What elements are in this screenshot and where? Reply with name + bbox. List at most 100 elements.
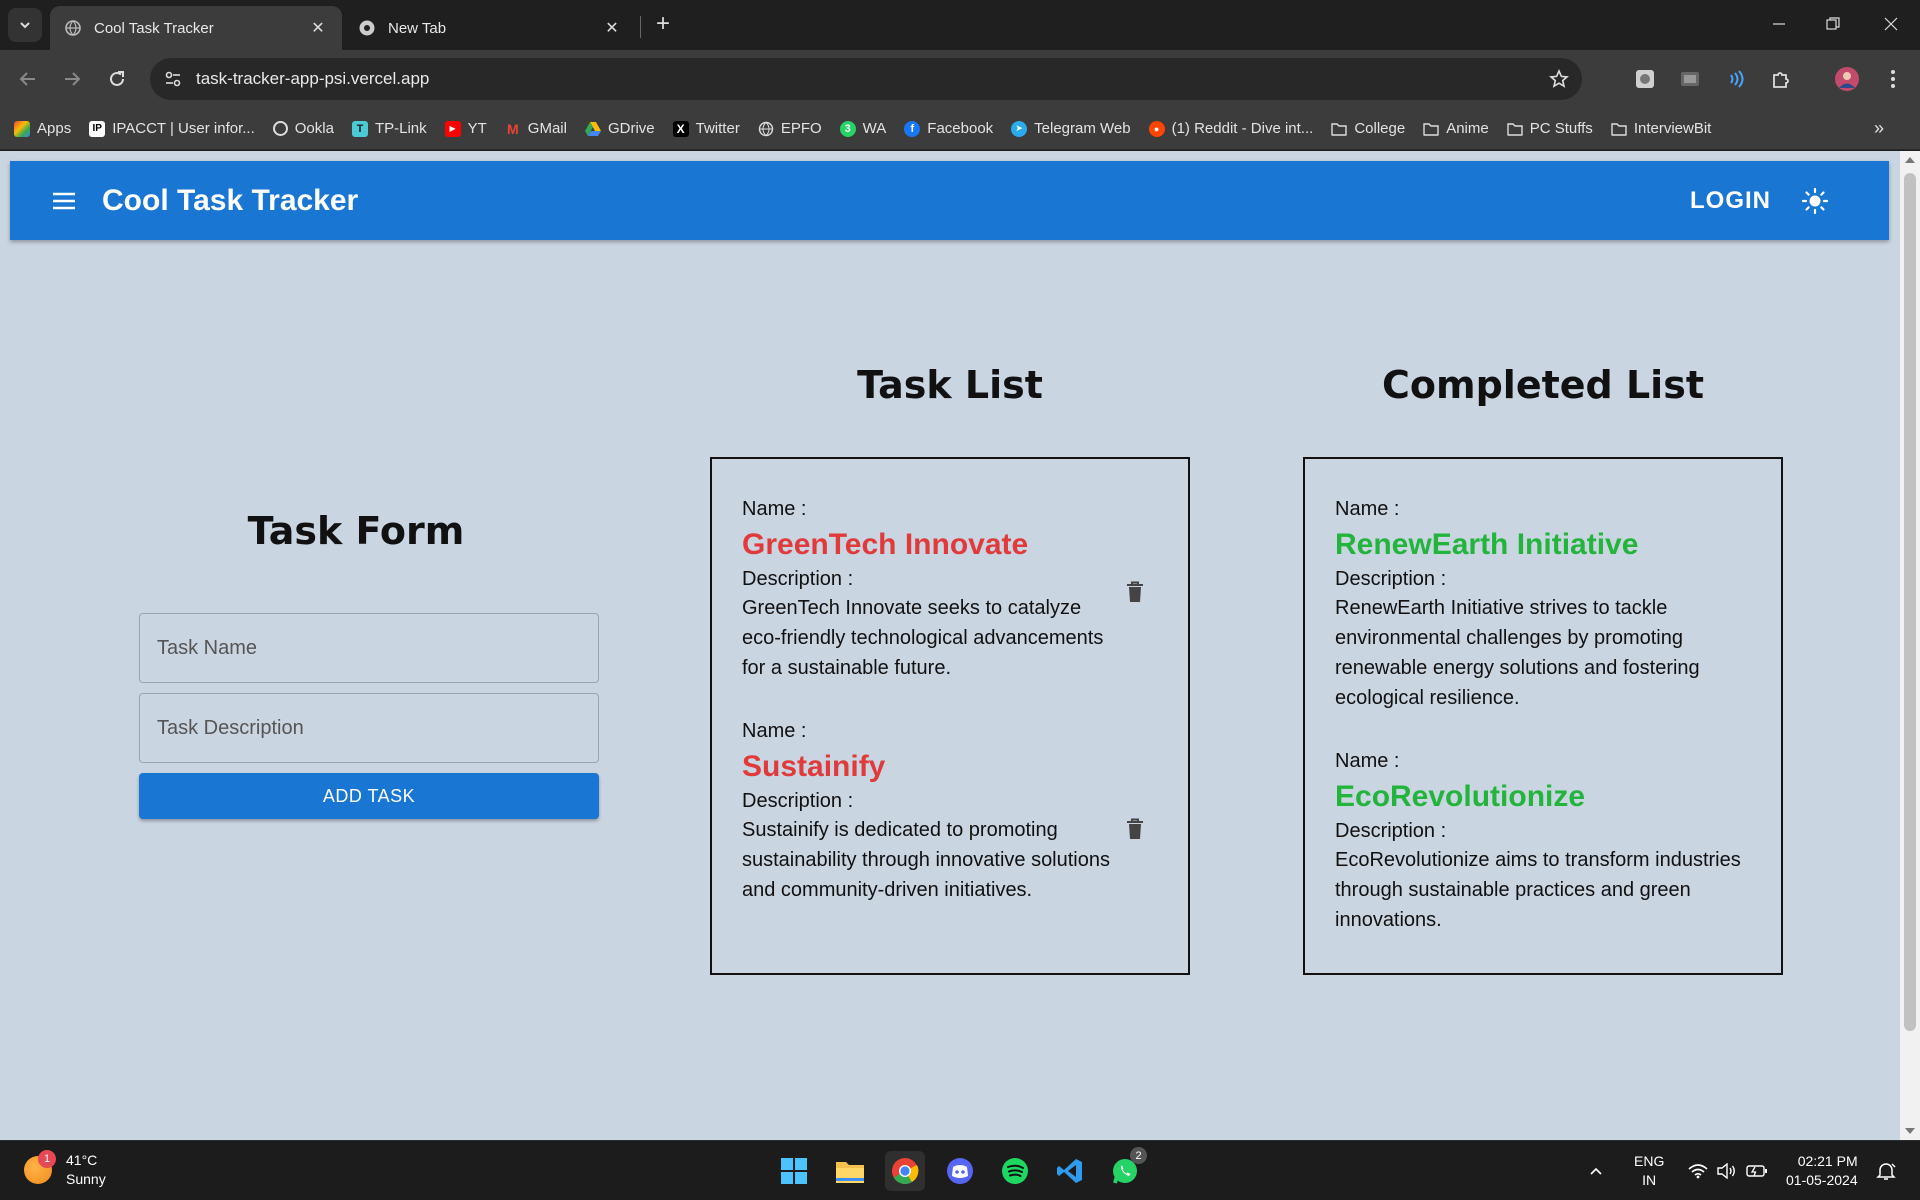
bookmark-telegram[interactable]: ➤ Telegram Web bbox=[1011, 120, 1131, 137]
bookmark-gdrive[interactable]: GDrive bbox=[584, 120, 655, 137]
scroll-up-arrow[interactable] bbox=[1905, 157, 1915, 163]
weather-sun-icon: 1 bbox=[24, 1150, 56, 1184]
bookmark-facebook[interactable]: f Facebook bbox=[904, 120, 993, 137]
tab-search-button[interactable] bbox=[8, 8, 42, 42]
bookmark-wa[interactable]: 3 WA bbox=[839, 120, 886, 137]
close-tab-icon[interactable]: ✕ bbox=[602, 18, 622, 38]
close-tab-icon[interactable]: ✕ bbox=[308, 18, 328, 38]
bookmark-folder-college[interactable]: College bbox=[1331, 120, 1405, 137]
clock-time: 02:21 PM bbox=[1797, 1153, 1858, 1169]
minimize-button[interactable] bbox=[1756, 10, 1802, 38]
task-list-box: Name : GreenTech Innovate Description : … bbox=[710, 457, 1190, 975]
delete-task-button[interactable] bbox=[1122, 577, 1148, 607]
name-label: Name : bbox=[1335, 750, 1400, 772]
ipacct-icon: IP bbox=[89, 120, 106, 137]
reload-button[interactable] bbox=[101, 63, 133, 95]
bookmark-folder-anime[interactable]: Anime bbox=[1423, 120, 1489, 137]
address-bar[interactable]: task-tracker-app-psi.vercel.app bbox=[150, 58, 1582, 100]
spotify-button[interactable] bbox=[995, 1151, 1035, 1191]
new-tab-button[interactable]: + bbox=[650, 12, 676, 38]
bookmark-twitter[interactable]: X Twitter bbox=[672, 120, 740, 137]
page-viewport: Cool Task Tracker LOGIN Task Form Task N… bbox=[0, 151, 1920, 1140]
notifications-button[interactable] bbox=[1876, 1141, 1896, 1200]
bookmark-reddit[interactable]: ● (1) Reddit - Dive int... bbox=[1148, 120, 1313, 137]
extension-image-icon bbox=[1636, 70, 1654, 88]
extension-1-button[interactable] bbox=[1632, 66, 1658, 92]
extension-3-button[interactable] bbox=[1722, 66, 1748, 92]
youtube-icon: ▶ bbox=[444, 120, 461, 137]
windows-taskbar: 1 41°C Sunny 2 ENG IN 02:21 PM 01-05-202… bbox=[0, 1140, 1920, 1200]
delete-task-button[interactable] bbox=[1122, 814, 1148, 844]
x-icon: X bbox=[672, 120, 689, 137]
reddit-icon: ● bbox=[1148, 120, 1165, 137]
task-name-input[interactable]: Task Name bbox=[139, 613, 599, 683]
browser-toolbar: task-tracker-app-psi.vercel.app bbox=[0, 50, 1920, 108]
notification-bell-icon bbox=[1876, 1163, 1896, 1180]
bookmark-yt[interactable]: ▶ YT bbox=[444, 120, 487, 137]
theme-toggle-button[interactable] bbox=[1793, 179, 1837, 223]
start-button[interactable] bbox=[774, 1151, 814, 1191]
whatsapp-taskbar-button[interactable]: 2 bbox=[1105, 1147, 1147, 1191]
discord-button[interactable] bbox=[940, 1151, 980, 1191]
globe-icon bbox=[65, 20, 81, 36]
task-form-heading: Task Form bbox=[247, 509, 465, 553]
name-label: Name : bbox=[742, 720, 807, 742]
bookmark-ipacct[interactable]: IP IPACCT | User infor... bbox=[89, 120, 255, 137]
quick-settings-button[interactable] bbox=[1688, 1141, 1768, 1200]
menu-button[interactable] bbox=[40, 177, 88, 225]
task-item: Name : GreenTech Innovate Description : … bbox=[742, 497, 1112, 683]
close-window-button[interactable] bbox=[1868, 10, 1914, 38]
discord-icon bbox=[947, 1158, 973, 1184]
avatar-icon bbox=[1835, 67, 1859, 91]
bookmark-tplink[interactable]: T TP-Link bbox=[351, 120, 427, 137]
completed-task-name: EcoRevolutionize bbox=[1335, 780, 1586, 813]
forward-button[interactable] bbox=[56, 63, 88, 95]
profile-avatar[interactable] bbox=[1834, 66, 1860, 92]
folder-icon bbox=[1331, 122, 1348, 136]
spotify-icon bbox=[1002, 1158, 1028, 1184]
file-explorer-button[interactable] bbox=[830, 1151, 870, 1191]
bookmark-epfo[interactable]: EPFO bbox=[758, 120, 822, 137]
tab-cool-task-tracker[interactable]: Cool Task Tracker ✕ bbox=[50, 6, 342, 50]
tab-new-tab[interactable]: New Tab ✕ bbox=[344, 6, 636, 50]
hamburger-menu-icon bbox=[53, 192, 75, 209]
clock[interactable]: 02:21 PM 01-05-2024 bbox=[1786, 1141, 1858, 1200]
chrome-taskbar-button[interactable] bbox=[885, 1151, 925, 1191]
bookmark-star-button[interactable] bbox=[1542, 62, 1576, 96]
app-title: Cool Task Tracker bbox=[102, 183, 359, 217]
weather-temp: 41°C bbox=[66, 1152, 98, 1168]
task-description-input[interactable]: Task Description bbox=[139, 693, 599, 763]
extensions-button[interactable] bbox=[1768, 66, 1794, 92]
scroll-down-arrow[interactable] bbox=[1905, 1128, 1915, 1134]
vscode-button[interactable] bbox=[1050, 1151, 1090, 1191]
language-indicator[interactable]: ENG IN bbox=[1634, 1141, 1664, 1200]
task-name: Sustainify bbox=[742, 750, 886, 783]
chrome-menu-button[interactable] bbox=[1880, 66, 1906, 92]
extension-2-button[interactable] bbox=[1677, 66, 1703, 92]
weather-widget[interactable]: 1 41°C Sunny bbox=[24, 1150, 106, 1189]
bookmark-folder-pc-stuffs[interactable]: PC Stuffs bbox=[1507, 120, 1593, 137]
bookmark-gmail[interactable]: M GMail bbox=[505, 120, 567, 137]
folder-icon bbox=[1423, 122, 1439, 136]
vscode-icon bbox=[1057, 1159, 1082, 1183]
restore-button[interactable] bbox=[1810, 10, 1856, 38]
more-bookmarks-button[interactable]: » bbox=[1874, 118, 1884, 139]
tune-icon bbox=[165, 71, 181, 87]
bookmark-folder-interviewbit[interactable]: InterviewBit bbox=[1611, 120, 1711, 137]
page-scrollbar[interactable] bbox=[1900, 151, 1920, 1140]
url-text[interactable]: task-tracker-app-psi.vercel.app bbox=[196, 69, 1542, 89]
bookmark-apps[interactable]: Apps bbox=[14, 120, 71, 137]
chevron-up-icon bbox=[1590, 1167, 1602, 1175]
weather-text: Sunny bbox=[66, 1171, 106, 1187]
description-label: Description : bbox=[1335, 820, 1447, 842]
chrome-icon bbox=[892, 1158, 919, 1185]
login-button[interactable]: LOGIN bbox=[1690, 181, 1771, 221]
show-hidden-icons-button[interactable] bbox=[1588, 1141, 1604, 1200]
bookmark-ookla[interactable]: Ookla bbox=[272, 120, 334, 137]
add-task-button[interactable]: ADD TASK bbox=[139, 773, 599, 819]
site-info-button[interactable] bbox=[156, 64, 190, 94]
star-icon bbox=[1549, 69, 1569, 88]
scrollbar-thumb[interactable] bbox=[1904, 173, 1916, 1031]
task-description: GreenTech Innovate seeks to catalyze eco… bbox=[742, 597, 1104, 679]
back-button[interactable] bbox=[12, 63, 44, 95]
